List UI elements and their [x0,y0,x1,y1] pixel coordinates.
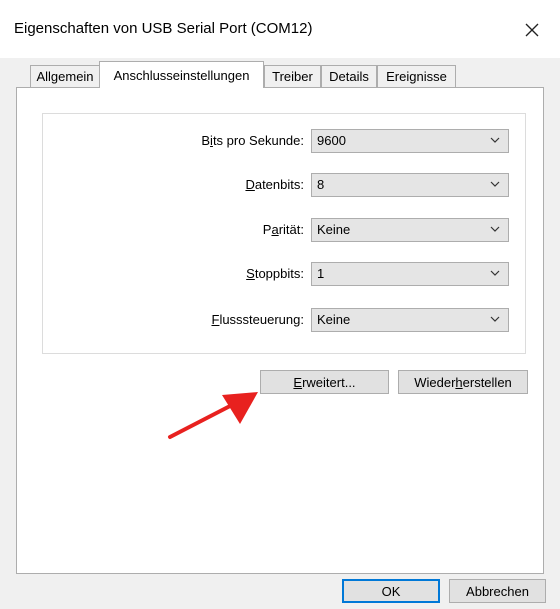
chevron-down-icon [490,226,500,232]
stop-bits-value: 1 [317,266,325,281]
flow-control-label: Flusssteuerung: [211,312,304,327]
tab-anschlusseinstellungen[interactable]: Anschlusseinstellungen [99,61,264,88]
data-bits-dropdown[interactable]: 8 [311,173,509,197]
tab-ereignisse[interactable]: Ereignisse [377,65,456,87]
flow-control-value: Keine [317,312,351,327]
button-label-part: erstellen [462,374,512,390]
chevron-down-icon [490,137,500,143]
cancel-button[interactable]: Abbrechen [449,579,546,603]
advanced-button[interactable]: Erweitert... [260,370,389,394]
tab-label: Treiber [272,69,313,84]
button-label-mnemonic: E [293,374,303,390]
tab-label: Details [329,69,369,84]
tab-label: Allgemein [36,69,94,84]
bits-per-second-dropdown[interactable]: 9600 [311,129,509,153]
chevron-down-icon [490,316,500,322]
close-button[interactable] [512,10,552,50]
flow-control-dropdown[interactable]: Keine [311,308,509,332]
parity-dropdown[interactable]: Keine [311,218,509,242]
tab-label: Anschlusseinstellungen [113,67,250,83]
close-icon [525,23,539,37]
tab-treiber[interactable]: Treiber [264,65,321,87]
tab-details[interactable]: Details [321,65,377,87]
window-title: Eigenschaften von USB Serial Port (COM12… [14,20,313,37]
bits-per-second-label: Bits pro Sekunde: [201,133,304,148]
tab-allgemein[interactable]: Allgemein [30,65,100,87]
ok-button[interactable]: OK [342,579,440,603]
restore-button[interactable]: Wieder h erstellen [398,370,528,394]
tab-label: Ereignisse [386,69,447,84]
chevron-down-icon [490,270,500,276]
parity-label: Parität: [262,222,304,237]
button-label-part: Wieder [414,374,456,390]
stop-bits-label: Stoppbits: [246,266,304,281]
data-bits-label: Datenbits: [245,177,304,192]
button-label-mnemonic: h [455,374,463,390]
bits-per-second-value: 9600 [317,133,346,148]
parity-value: Keine [317,222,351,237]
chevron-down-icon [490,181,500,187]
button-label-part: rweitert... [302,374,356,390]
title-bar: Eigenschaften von USB Serial Port (COM12… [0,0,560,58]
button-label: OK [381,583,401,599]
data-bits-value: 8 [317,177,325,192]
button-label: Abbrechen [466,583,529,599]
stop-bits-dropdown[interactable]: 1 [311,262,509,286]
